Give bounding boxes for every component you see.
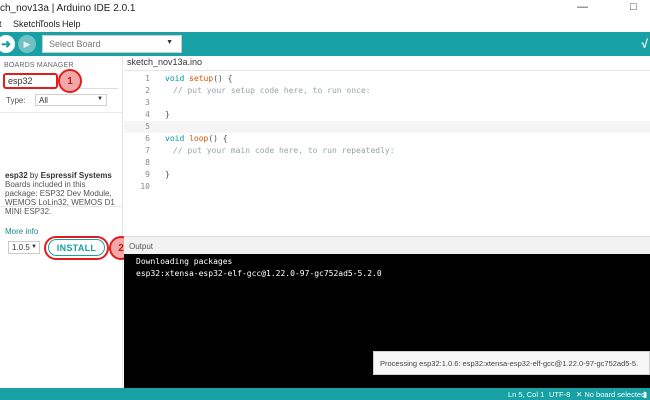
code-text: void loop() {: [165, 134, 228, 143]
code-line: 1 void setup() {: [124, 73, 650, 85]
board-description: Boards included in this package: ESP32 D…: [5, 180, 115, 216]
tab-sketch-file[interactable]: sketch_nov13a.ino: [127, 57, 202, 67]
board-author: Espressif Systems: [40, 171, 112, 180]
board-by: by: [29, 171, 39, 180]
board-status[interactable]: ✕ No board selected: [576, 390, 645, 399]
board-name: esp32: [5, 171, 28, 180]
divider: [0, 206, 123, 207]
file-encoding[interactable]: UTF-8: [549, 390, 570, 399]
boards-manager-panel: BOARDS MANAGER 1 Type: All ▼ esp32 by Es…: [0, 56, 133, 388]
output-title: Output: [129, 242, 154, 251]
code-line: 9 }: [124, 169, 650, 181]
code-line: 7 // put your main code here, to run rep…: [124, 145, 650, 157]
minimize-icon[interactable]: —: [577, 1, 588, 13]
upload-button[interactable]: ➜: [0, 35, 15, 53]
type-filter-label: Type:: [6, 96, 26, 105]
code-editor[interactable]: 1 void setup() { 2 // put your setup cod…: [124, 72, 650, 236]
code-text: }: [165, 110, 170, 119]
arduino-ide-window: ch_nov13a | Arduino IDE 2.0.1 — □ t Sket…: [0, 0, 650, 400]
more-info-link[interactable]: More info: [5, 227, 38, 236]
title-bar: ch_nov13a | Arduino IDE 2.0.1 — □: [0, 0, 650, 18]
board-title: esp32 by Espressif Systems: [5, 171, 112, 180]
menu-item-help[interactable]: Help: [62, 19, 81, 29]
code-line-current: 5: [124, 121, 650, 133]
step-1-marker: 1: [58, 69, 82, 93]
code-text: // put your setup code here, to run once…: [173, 86, 371, 95]
divider: [0, 112, 123, 113]
window-title: ch_nov13a | Arduino IDE 2.0.1: [0, 3, 136, 14]
board-select-label: Select Board: [49, 39, 101, 49]
board-select-dropdown[interactable]: Select Board ▼: [42, 35, 182, 53]
menu-item-sketch[interactable]: Sketch: [13, 19, 41, 29]
code-line: 2 // put your setup code here, to run on…: [124, 85, 650, 97]
type-filter-select[interactable]: All ▼: [35, 94, 107, 106]
boards-search-field[interactable]: [3, 73, 58, 89]
code-line: 10: [124, 181, 650, 193]
tab-underline: [124, 70, 650, 71]
editor-tab-bar: sketch_nov13a.ino: [124, 56, 650, 71]
boards-manager-header: BOARDS MANAGER: [4, 62, 74, 69]
menu-bar: t Sketch Tools Help: [0, 18, 650, 32]
line-number: 7: [145, 146, 150, 155]
install-button[interactable]: INSTALL: [48, 239, 105, 256]
code-text: // put your main code here, to run repea…: [173, 146, 395, 155]
debug-button[interactable]: ▶: [18, 35, 36, 53]
code-line: 3: [124, 97, 650, 109]
line-number: 6: [145, 134, 150, 143]
code-line: 8: [124, 157, 650, 169]
chevron-down-icon: ▼: [97, 96, 103, 102]
status-bar: Ln 5, Col 1 UTF-8 ✕ No board selected ▮: [0, 388, 650, 400]
output-line: esp32:xtensa-esp32-elf-gcc@1.22.0-97-gc7…: [136, 269, 382, 278]
bell-icon[interactable]: ▮: [643, 390, 647, 399]
boards-search-input[interactable]: [5, 75, 56, 87]
output-line: Downloading packages: [136, 257, 233, 266]
chevron-down-icon: ▼: [166, 39, 173, 46]
code-text: }: [165, 170, 170, 179]
line-number: 3: [145, 98, 150, 107]
line-number: 4: [145, 110, 150, 119]
pulse-icon[interactable]: √: [641, 37, 648, 51]
line-number: 9: [145, 170, 150, 179]
line-number: 10: [140, 182, 150, 191]
cursor-position[interactable]: Ln 5, Col 1: [508, 390, 544, 399]
version-value: 1.0.5: [12, 243, 30, 252]
toolbar: ➜ ▶ Select Board ▼ √: [0, 32, 650, 56]
version-select[interactable]: 1.0.5 ▼: [8, 241, 40, 254]
notification-text: Processing esp32:1.0.6: esp32:xtensa-esp…: [380, 359, 639, 368]
menu-item-edit[interactable]: t: [0, 19, 2, 29]
line-number: 1: [145, 74, 150, 83]
line-number: 8: [145, 158, 150, 167]
type-filter-value: All: [39, 96, 48, 105]
chevron-down-icon: ▼: [31, 244, 37, 250]
code-line: 4 }: [124, 109, 650, 121]
maximize-icon[interactable]: □: [630, 1, 637, 13]
code-line: 6 void loop() {: [124, 133, 650, 145]
line-number: 2: [145, 86, 150, 95]
arrow-right-icon: ➜: [0, 37, 12, 51]
progress-notification: Processing esp32:1.0.6: esp32:xtensa-esp…: [373, 351, 650, 375]
menu-item-tools[interactable]: Tools: [39, 19, 60, 29]
code-text: void setup() {: [165, 74, 233, 83]
output-panel-header: Output: [124, 236, 650, 254]
line-number: 5: [145, 122, 150, 131]
debug-icon: ▶: [23, 38, 31, 49]
